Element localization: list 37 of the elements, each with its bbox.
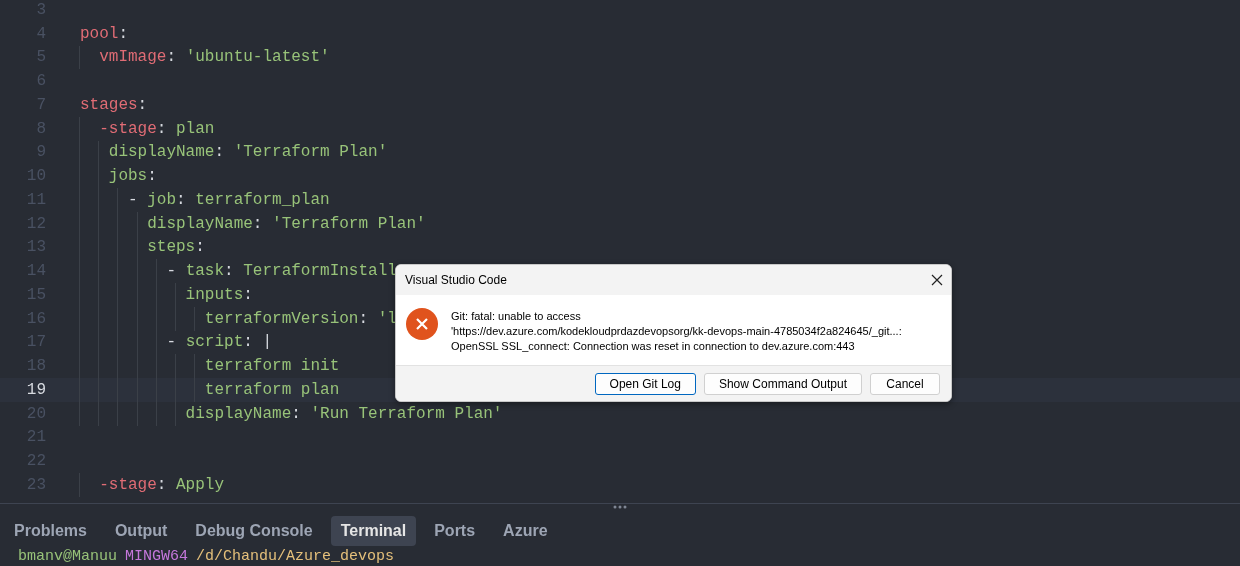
panel-tab[interactable]: Ports — [424, 516, 486, 546]
terminal-prompt-text: /d/Chandu/Azure_devops — [196, 549, 395, 564]
code-line: jobs: — [107, 166, 157, 188]
code-line: -stage: Apply — [98, 474, 225, 496]
error-message: OpenSSL SSL_connect: Connection was reset in connection to dev.azure.com:443 — [451, 339, 856, 354]
dialog-button[interactable]: Show Command Output — [703, 372, 862, 395]
code-line: displayName: 'Run Terraform Plan' — [184, 403, 503, 425]
panel-tab[interactable]: Azure — [493, 516, 558, 546]
code-line: - task: TerraformInstall — [165, 261, 397, 283]
dialog-button[interactable]: Open Git Log — [594, 372, 696, 395]
code-line: terraform plan — [203, 379, 340, 401]
code-line: displayName: 'Terraform Plan' — [146, 213, 426, 235]
code-line: terraformVersion: 'l — [203, 308, 397, 330]
error-message: 'https://dev.azure.com/kodekloudprdazdevopsorg/kk-devops-main-4785034f2a824645/_git...: — [451, 324, 902, 339]
code-line: displayName: 'Terraform Plan' — [107, 142, 388, 164]
code-line: -stage: plan — [98, 118, 215, 140]
terminal-prompt-text: MINGW64 — [125, 549, 189, 564]
code-line: - script: | — [165, 332, 273, 354]
code-line: vmImage: 'ubuntu-latest' — [98, 47, 330, 69]
panel-tab[interactable]: Problems — [4, 516, 97, 546]
line-number: 19 — [25, 379, 46, 401]
code-line: inputs: — [184, 284, 253, 306]
code-line: terraform init — [203, 356, 340, 378]
panel-tab[interactable]: Terminal — [330, 516, 417, 546]
panel-tab[interactable]: Debug Console — [185, 516, 323, 546]
panel-tab[interactable]: Output — [104, 516, 178, 546]
code-line: stages: — [80, 94, 148, 116]
error-message: Git: fatal: unable to access — [451, 309, 582, 324]
error-icon — [406, 308, 438, 340]
dialog-button[interactable]: Cancel — [870, 372, 940, 395]
terminal-prompt-text: bmanv@Manuu — [18, 549, 118, 564]
code-line: steps: — [146, 237, 205, 259]
code-line: - job: terraform_plan — [127, 189, 330, 211]
code-line: pool: — [80, 23, 128, 45]
dialog-title: Visual Studio Code — [405, 272, 507, 289]
close-icon[interactable] — [931, 274, 943, 286]
drag-handle-icon[interactable] — [613, 505, 627, 509]
